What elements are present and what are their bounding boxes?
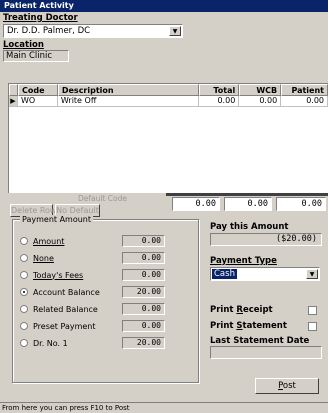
radio-label: Amount [33,236,65,246]
last-statement-date-field [210,346,322,359]
radio-label: Account Balance [33,287,100,297]
radio-label: Today's Fees [33,270,84,280]
chevron-down-icon[interactable]: ▼ [306,269,318,279]
patient-activity-window: Patient Activity Treating Doctor Dr. D.D… [0,0,328,413]
print-statement-label: Print Statement [210,321,287,331]
radio-preset-payment[interactable]: Preset Payment [20,320,96,332]
pay-this-amount-label: Pay this Amount [210,222,289,232]
radio-related-balance[interactable]: Related Balance [20,303,98,315]
treating-doctor-label: Treating Doctor [3,13,78,23]
grid-header-indicator [9,84,18,96]
wcb-sum: 0.00 [224,197,272,211]
radio-button-icon[interactable] [20,339,28,347]
table-row[interactable]: ▶ WO Write Off 0.00 0.00 0.00 [9,96,328,107]
related-balance-value: 0.00 [122,303,165,315]
todays-fees-value: 0.00 [122,269,165,281]
radio-label: Preset Payment [33,321,96,331]
post-button[interactable]: Post [255,378,319,394]
payment-type-value: Cash [212,269,237,279]
radio-todays-fees[interactable]: Today's Fees [20,269,83,281]
radio-label: Related Balance [33,304,98,314]
radio-button-selected-icon[interactable] [20,288,28,296]
cell-total[interactable]: 0.00 [199,96,240,107]
cell-patient[interactable]: 0.00 [281,96,328,107]
payment-type-combo[interactable]: Cash ▼ [210,267,320,281]
grid-header-patient[interactable]: Patient [281,84,328,96]
radio-button-icon[interactable] [20,237,28,245]
grid-header-description[interactable]: Description [57,84,200,96]
payment-type-label: Payment Type [210,256,277,266]
preset-payment-value: 0.00 [122,320,165,332]
radio-button-icon[interactable] [20,322,28,330]
last-statement-date-label: Last Statement Date [210,336,310,346]
total-sum: 0.00 [172,197,220,211]
row-pointer-icon: ▶ [9,96,18,107]
none-value: 0.00 [122,252,165,264]
payment-amount-title: Payment Amount [20,215,94,224]
location-label: Location [3,40,44,50]
radio-label: Dr. No. 1 [33,338,68,348]
grid-header-wcb[interactable]: WCB [239,84,282,96]
print-statement-checkbox[interactable] [308,322,317,331]
chevron-down-icon[interactable]: ▼ [169,26,181,36]
amount-value: 0.00 [122,235,165,247]
radio-button-icon[interactable] [20,271,28,279]
radio-account-balance[interactable]: Account Balance [20,286,100,298]
treating-doctor-combo[interactable]: Dr. D.D. Palmer, DC ▼ [3,24,183,38]
radio-button-icon[interactable] [20,254,28,262]
patient-sum: 0.00 [276,197,326,211]
grid-header-code[interactable]: Code [17,84,58,96]
radio-dr-no-1[interactable]: Dr. No. 1 [20,337,68,349]
default-code-label: Default Code [78,194,127,203]
radio-amount[interactable]: Amount [20,235,64,247]
grid-header: Code Description Total WCB Patient [9,84,328,96]
window-title: Patient Activity [0,0,328,12]
print-receipt-checkbox[interactable] [308,306,317,315]
charges-grid[interactable]: Code Description Total WCB Patient ▶ WO … [8,83,328,193]
status-bar: From here you can press F10 to Post [0,402,328,413]
grid-header-total[interactable]: Total [199,84,240,96]
print-receipt-label: Print Receipt [210,305,273,315]
radio-button-icon[interactable] [20,305,28,313]
account-balance-value: 20.00 [122,286,165,298]
treating-doctor-value: Dr. D.D. Palmer, DC [7,26,91,36]
dr-no-1-value: 20.00 [122,337,165,349]
cell-description[interactable]: Write Off [57,96,200,107]
radio-none[interactable]: None [20,252,54,264]
location-value: Main Clinic [6,51,53,61]
pay-this-amount-value: ($20.00) [210,233,322,246]
cell-code[interactable]: WO [17,96,58,107]
cell-wcb[interactable]: 0.00 [239,96,282,107]
location-field: Main Clinic [3,50,69,62]
radio-label: None [33,253,54,263]
totals-divider [166,193,328,196]
